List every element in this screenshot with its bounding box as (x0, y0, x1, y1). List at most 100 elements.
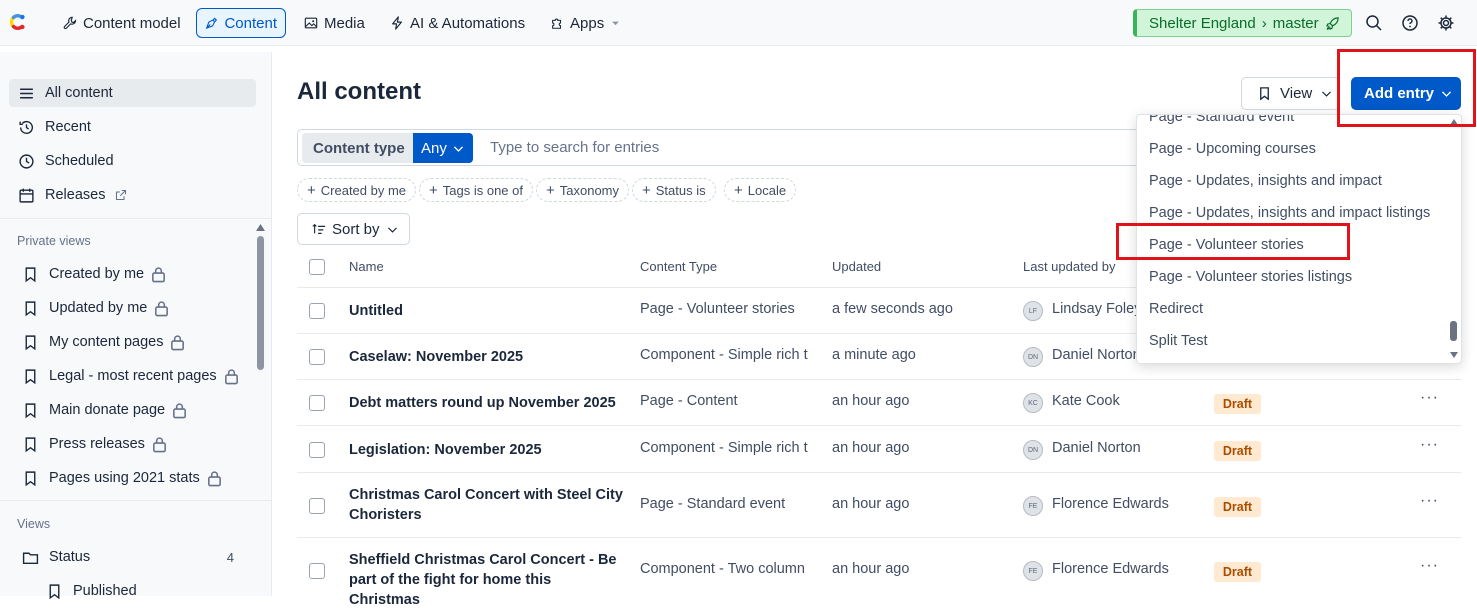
sidebar-view-legal-recent[interactable]: Legal - most recent pages (13, 362, 253, 390)
filter-taxonomy[interactable]: + Taxonomy (536, 178, 630, 202)
nav-content[interactable]: Content (196, 8, 286, 38)
gear-icon[interactable] (1437, 14, 1455, 32)
filter-status[interactable]: + Status is (632, 178, 716, 202)
sidebar-item-label: Legal - most recent pages (49, 368, 217, 384)
column-header-name[interactable]: Name (349, 259, 384, 274)
filter-label: Taxonomy (559, 182, 620, 198)
content-type-filter-label: Content type (302, 133, 413, 163)
entry-content-type: Page - Content (640, 393, 738, 409)
dropdown-item[interactable]: Redirect (1149, 301, 1203, 317)
entry-name[interactable]: Caselaw: November 2025 (349, 347, 624, 367)
help-icon[interactable] (1401, 14, 1419, 32)
nav-ai-automations[interactable]: AI & Automations (382, 8, 533, 38)
table-row[interactable]: Debt matters round up November 2025 Page… (297, 380, 1461, 426)
sidebar-view-created-by-me[interactable]: Created by me (13, 260, 253, 288)
sort-icon (312, 223, 326, 234)
sidebar-item-scheduled[interactable]: Scheduled (9, 147, 256, 175)
row-checkbox[interactable] (309, 442, 325, 458)
private-views-heading: Private views (17, 234, 91, 248)
entry-updated: a minute ago (832, 347, 916, 363)
environment-badge[interactable]: Shelter England › master (1133, 9, 1352, 37)
more-actions-icon[interactable]: ··· (1420, 492, 1439, 510)
more-actions-icon[interactable]: ··· (1420, 389, 1439, 407)
row-checkbox[interactable] (309, 349, 325, 365)
dropdown-item[interactable]: Page - Upcoming courses (1149, 141, 1316, 157)
entry-name[interactable]: Debt matters round up November 2025 (349, 393, 639, 413)
select-all-checkbox[interactable] (309, 259, 325, 275)
nav-apps[interactable]: Apps (542, 8, 629, 38)
filter-locale[interactable]: + Locale (724, 178, 797, 202)
avatar: DN (1023, 440, 1043, 460)
external-link-icon (116, 189, 127, 201)
sidebar-item-all-content[interactable]: All content (9, 79, 256, 107)
chevron-right-icon: › (1261, 14, 1267, 32)
row-checkbox[interactable] (309, 303, 325, 319)
search-bar[interactable]: Content type Any Type to search for entr… (297, 129, 1147, 166)
nav-content-model[interactable]: Content model (55, 8, 189, 38)
column-header-updated[interactable]: Updated (832, 259, 881, 274)
lock-icon (171, 334, 185, 350)
sidebar-item-recent[interactable]: Recent (9, 113, 256, 141)
view-button[interactable]: View (1241, 77, 1340, 110)
sidebar-item-label: Updated by me (49, 300, 148, 316)
nav-media[interactable]: Media (296, 8, 373, 38)
sidebar-scrollbar[interactable] (257, 236, 264, 370)
bookmark-icon (25, 402, 36, 418)
sidebar-view-my-content-pages[interactable]: My content pages (13, 328, 253, 356)
calendar-icon (19, 188, 34, 203)
entry-name[interactable]: Legislation: November 2025 (349, 440, 624, 460)
sidebar-view-updated-by-me[interactable]: Updated by me (13, 294, 253, 322)
table-row[interactable]: Legislation: November 2025 Component - S… (297, 426, 1461, 473)
sidebar-item-label: Pages using 2021 stats (49, 470, 200, 486)
row-checkbox[interactable] (309, 563, 325, 579)
contentful-logo-icon[interactable] (5, 10, 29, 34)
dropdown-item[interactable]: Page - Volunteer stories listings (1149, 269, 1352, 285)
status-badge: Draft (1214, 497, 1261, 517)
sort-by-button[interactable]: Sort by (297, 213, 410, 245)
nav-label: Media (324, 14, 365, 32)
filter-created-by-me[interactable]: + Created by me (297, 178, 417, 202)
image-icon (304, 17, 318, 29)
sidebar-view-press-releases[interactable]: Press releases (13, 430, 253, 458)
entry-updated: an hour ago (832, 561, 910, 577)
nav-label: AI & Automations (410, 14, 526, 32)
search-icon[interactable] (1365, 14, 1383, 32)
row-checkbox[interactable] (309, 395, 325, 411)
bookmark-icon (25, 300, 36, 316)
dropdown-item[interactable]: Page - Updates, insights and impact list… (1149, 205, 1430, 221)
scroll-up-arrow-icon[interactable] (256, 224, 265, 231)
folder-count: 4 (226, 549, 234, 565)
filter-tags[interactable]: + Tags is one of (419, 178, 533, 202)
table-row[interactable]: Sheffield Christmas Carol Concert - Be p… (297, 538, 1461, 608)
sidebar-view-2021-stats[interactable]: Pages using 2021 stats (13, 464, 253, 492)
bookmark-icon (1260, 87, 1269, 101)
column-header-content-type[interactable]: Content Type (640, 259, 717, 274)
more-actions-icon[interactable]: ··· (1420, 557, 1439, 575)
dropdown-item[interactable]: Split Test (1149, 333, 1208, 349)
entry-name[interactable]: Untitled (349, 301, 624, 321)
status-badge: Draft (1214, 394, 1261, 414)
search-input[interactable]: Type to search for entries (490, 139, 659, 156)
row-checkbox[interactable] (309, 498, 325, 514)
entry-content-type: Page - Standard event (640, 496, 786, 512)
sidebar-folder-status[interactable]: Status 4 (13, 543, 243, 571)
sidebar-view-main-donate[interactable]: Main donate page (13, 396, 253, 424)
entry-name[interactable]: Sheffield Christmas Carol Concert - Be p… (349, 550, 624, 610)
column-header-last-updated-by[interactable]: Last updated by (1023, 259, 1116, 274)
table-row[interactable]: Christmas Carol Concert with Steel City … (297, 473, 1461, 538)
sidebar: All content Recent Scheduled Releases Pr… (0, 52, 272, 599)
dropdown-scrollbar[interactable] (1450, 321, 1457, 341)
sidebar-item-label: Recent (45, 119, 91, 135)
list-icon (20, 88, 33, 98)
pen-nib-icon (205, 17, 218, 29)
dropdown-item[interactable]: Page - Updates, insights and impact (1149, 173, 1382, 189)
entry-user: Lindsay Foley (1052, 301, 1142, 317)
content-type-any-button[interactable]: Any (413, 133, 473, 163)
entry-name[interactable]: Christmas Carol Concert with Steel City … (349, 485, 624, 525)
scroll-down-arrow-icon[interactable] (1450, 352, 1458, 358)
dropdown-item[interactable]: Page - Standard event (1149, 115, 1294, 125)
entry-content-type: Component - Simple rich t (640, 347, 808, 363)
sidebar-item-releases[interactable]: Releases (9, 181, 256, 209)
sidebar-view-published[interactable]: Published (37, 577, 237, 605)
more-actions-icon[interactable]: ··· (1420, 436, 1439, 454)
